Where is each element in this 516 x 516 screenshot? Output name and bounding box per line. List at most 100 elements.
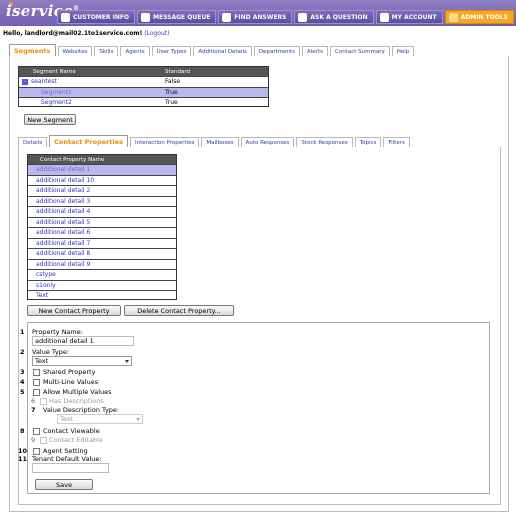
tab-departments[interactable]: Departments [253,46,301,56]
contact-property-name[interactable]: additional detail 8 [28,250,90,257]
segment-standard: True [165,88,178,96]
segment-row-selected[interactable]: Segment1 True [19,86,268,97]
save-button[interactable]: Save [35,479,93,490]
new-contact-property-button[interactable]: New Contact Property [27,305,121,316]
multi-line-checkbox[interactable] [33,379,40,386]
contact-property-row[interactable]: additional detail 4 [28,206,176,217]
tab-alerts[interactable]: Alerts [302,46,328,56]
contact-property-row[interactable]: additional detail 7 [28,237,176,249]
tab-skills[interactable]: Skills [94,46,119,56]
contact-property-name[interactable]: cstype [28,271,56,278]
contact-property-row[interactable]: s1only [28,279,176,291]
tab-agents[interactable]: Agents [120,46,150,56]
question-icon [298,12,308,22]
contact-property-row[interactable]: additional detail 8 [28,248,176,259]
column-standard: Standard [165,68,191,75]
main-tabs: Segments Websites Skills Agents User Types Ad… [9,44,415,56]
tab-filters[interactable]: Filters [383,137,410,147]
tenant-default-label: Tenant Default Value: [32,455,102,463]
contact-property-row[interactable]: additional detail 9 [28,258,176,270]
allow-multiple-checkbox[interactable] [33,389,40,396]
tab-websites[interactable]: Websites [57,46,93,56]
property-name-input[interactable]: additional detail 1 [32,336,134,346]
tab-interaction-properties[interactable]: Interaction Properties [129,137,200,147]
tab-user-types[interactable]: User Types [151,46,192,56]
logout-link[interactable]: (Logout) [144,30,169,37]
nav-ask-a-question[interactable]: ASK A QUESTION [294,10,374,24]
contact-property-name[interactable]: additional detail 6 [28,229,90,236]
has-descriptions-checkbox[interactable] [40,398,47,405]
segment-row[interactable]: - seantest False [19,76,268,87]
tenant-default-input[interactable] [32,463,109,473]
tab-auto-responses[interactable]: Auto Responses [240,137,295,147]
segment-standard: False [165,78,181,86]
nav-admin-tools[interactable]: ADMIN TOOLS [444,10,514,24]
contact-property-name[interactable]: s1only [28,282,56,289]
tab-contact-properties[interactable]: Contact Properties [49,135,128,147]
segment-name[interactable]: Segment2 [19,99,165,106]
step-number: 9 [31,436,36,444]
value-type-select[interactable]: Text [32,356,132,366]
tab-mailboxes[interactable]: Mailboxes [201,137,239,147]
multi-line-label: Multi-Line Values [43,378,99,386]
nav-label: ADMIN TOOLS [460,13,508,21]
segment-row[interactable]: Segment2 True [19,97,268,108]
segment-name[interactable]: seantest [28,78,165,85]
tab-topics[interactable]: Topics [354,137,382,147]
contact-property-name[interactable]: additional detail 1 [28,166,90,173]
account-icon [379,12,389,22]
contact-property-row[interactable]: additional detail 10 [28,174,176,186]
nav-my-account[interactable]: MY ACCOUNT [375,10,443,24]
tab-additional-details[interactable]: Additional Details [193,46,252,56]
contact-viewable-checkbox[interactable] [33,428,40,435]
tab-help[interactable]: Help [391,46,415,56]
nav-label: FIND ANSWERS [234,13,287,21]
segments-grid-header: Segment Name Standard [19,67,268,76]
step-number: 11 [18,455,28,463]
chevron-down-icon [125,360,129,363]
contact-property-name[interactable]: additional detail 4 [28,208,90,215]
step-number: 2 [20,348,25,356]
shared-property-label: Shared Property [43,368,96,376]
contact-property-name[interactable]: additional detail 5 [28,219,90,226]
contact-property-row[interactable]: additional detail 2 [28,185,176,196]
contact-property-name[interactable]: additional detail 3 [28,198,90,205]
segment-tabs: Details Contact Properties Interaction Pro… [18,135,410,147]
contact-property-name[interactable]: Text [28,292,48,299]
contact-property-row[interactable]: additional detail 5 [28,216,176,228]
contact-editable-label: Contact Editable [49,436,103,444]
contact-property-name[interactable]: additional detail 2 [28,187,90,194]
nav-label: MESSAGE QUEUE [153,13,211,21]
contact-property-row[interactable]: additional detail 1 [28,164,176,175]
contact-viewable-label: Contact Viewable [43,427,100,435]
shared-property-checkbox[interactable] [33,369,40,376]
segment-name[interactable]: Segment1 [19,89,165,96]
tab-segments[interactable]: Segments [9,44,56,56]
contact-property-row[interactable]: additional detail 6 [28,227,176,238]
delete-contact-property-button[interactable]: Delete Contact Property... [124,305,234,316]
tab-details[interactable]: Details [18,137,48,147]
chevron-down-icon [136,418,140,421]
contact-property-name[interactable]: additional detail 7 [28,240,90,247]
contact-property-name[interactable]: additional detail 9 [28,261,90,268]
new-segment-button[interactable]: New Segment [24,114,76,125]
value-description-type-select[interactable]: Text [57,414,143,424]
contact-property-name[interactable]: additional detail 10 [28,177,94,184]
nav-label: ASK A QUESTION [310,13,368,21]
contact-editable-checkbox[interactable] [40,437,47,444]
step-number: 8 [20,427,25,435]
nav-customer-info[interactable]: CUSTOMER INFO [57,10,136,24]
contact-properties-grid-header: Contact Property Name [28,155,176,164]
tab-contact-summary[interactable]: Contact Summary [329,46,390,56]
agent-setting-checkbox[interactable] [33,448,40,455]
top-banner: iservice® CUSTOMER INFO MESSAGE QUEUE FIND… [0,0,516,26]
nav-label: MY ACCOUNT [391,13,437,21]
contact-property-row[interactable]: additional detail 3 [28,195,176,207]
tab-stock-responses[interactable]: Stock Responses [296,137,353,147]
nav-message-queue[interactable]: MESSAGE QUEUE [137,10,217,24]
contact-property-row[interactable]: Text [28,290,176,301]
step-number: 3 [20,368,25,376]
step-number: 1 [20,328,25,336]
nav-find-answers[interactable]: FIND ANSWERS [218,10,293,24]
contact-property-row[interactable]: cstype [28,269,176,280]
